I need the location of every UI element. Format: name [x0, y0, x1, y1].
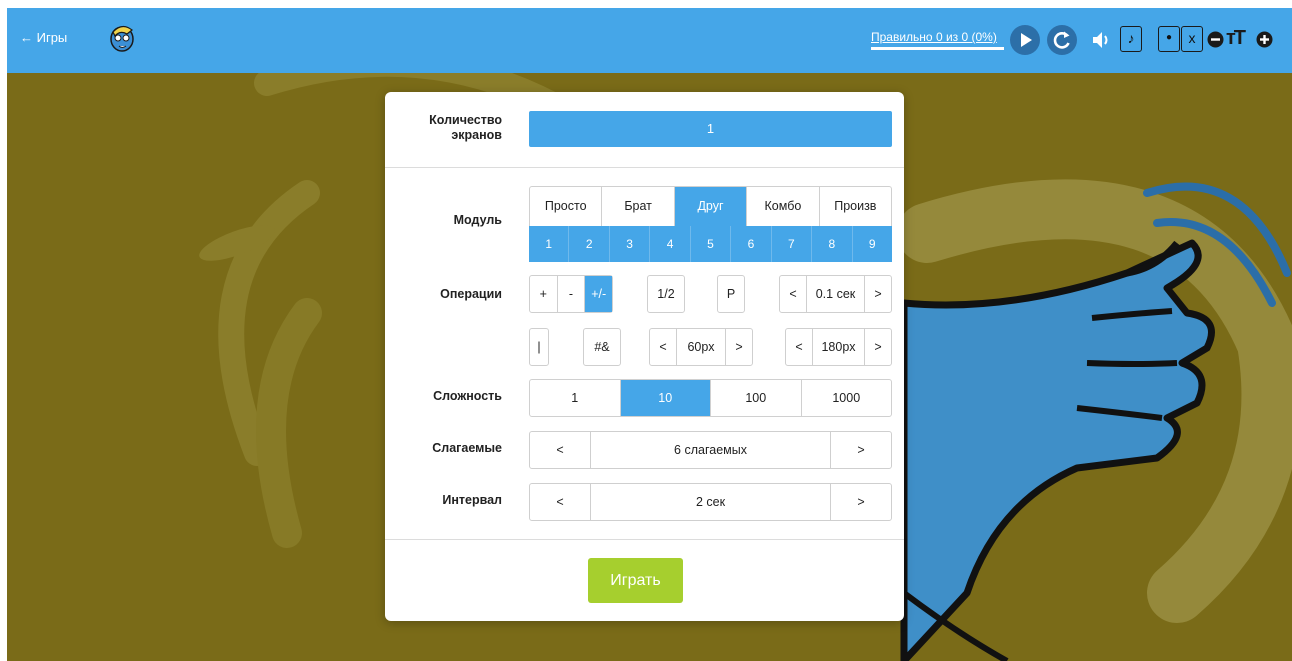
module-tabs: Просто Брат Друг Комбо Произв	[529, 186, 892, 226]
operation-sign-group: + - +/-	[529, 275, 613, 313]
interval-increase-button[interactable]: >	[830, 484, 891, 520]
operation-sign-3[interactable]: +/-	[584, 276, 613, 312]
font-size-value: 60px	[687, 340, 715, 354]
addends-decrease-button[interactable]: <	[530, 432, 591, 468]
interval-label: Интервал	[442, 493, 502, 507]
width-increase-button[interactable]: >	[864, 329, 891, 365]
module-number-4[interactable]: 4	[649, 226, 689, 262]
music-toggle-button[interactable]: ♪	[1120, 26, 1142, 52]
module-number-7[interactable]: 7	[770, 226, 811, 262]
restart-button[interactable]	[1047, 25, 1077, 55]
refresh-icon	[1053, 31, 1070, 49]
interval-value: 2 сек	[695, 495, 726, 509]
top-bar: ← Игры Правильно 0 из 0 (0%) ♪ ● x тТ	[7, 8, 1292, 73]
difficulty-option-2[interactable]: 10	[619, 380, 710, 416]
divider	[385, 539, 904, 540]
speaker-icon[interactable]	[1090, 29, 1114, 51]
addends-value: 6 слагаемых	[674, 443, 747, 457]
divider	[385, 167, 904, 168]
p-button[interactable]: Р	[717, 275, 745, 313]
x-toggle-button[interactable]: x	[1181, 26, 1203, 52]
dot-toggle-button[interactable]: ●	[1158, 26, 1180, 52]
module-tab-5[interactable]: Произв	[818, 187, 891, 226]
score-progress-bar	[871, 47, 1004, 50]
font-size-decrease-button[interactable]: <	[650, 329, 677, 365]
module-tab-2[interactable]: Брат	[601, 187, 673, 226]
addends-increase-button[interactable]: >	[830, 432, 891, 468]
symbols-button[interactable]: #&	[583, 328, 621, 366]
width-value: 180px	[821, 340, 856, 354]
addends-stepper: < 6 слагаемых >	[529, 431, 892, 469]
difficulty-option-3[interactable]: 100	[710, 380, 801, 416]
addends-label: Слагаемые	[432, 441, 502, 455]
operations-label: Операции	[440, 287, 502, 301]
module-number-3[interactable]: 3	[608, 226, 649, 262]
interval-decrease-button[interactable]: <	[530, 484, 591, 520]
delay-increase-button[interactable]: >	[864, 276, 891, 312]
play-circle-button[interactable]	[1010, 25, 1040, 55]
operation-sign-1[interactable]: +	[530, 276, 557, 312]
font-size-stepper: < 60px >	[649, 328, 753, 366]
module-tab-3[interactable]: Друг	[673, 187, 747, 226]
module-number-5[interactable]: 5	[689, 226, 730, 262]
difficulty-options: 1 10 100 1000	[529, 379, 892, 417]
module-number-9[interactable]: 9	[851, 226, 892, 262]
pipe-button[interactable]: |	[529, 328, 549, 366]
difficulty-option-1[interactable]: 1	[530, 380, 620, 416]
module-tab-1[interactable]: Просто	[530, 187, 601, 226]
delay-stepper: < 0.1 сек >	[779, 275, 892, 313]
play-icon	[1021, 33, 1032, 47]
app-frame: ← Игры Правильно 0 из 0 (0%) ♪ ● x тТ Ко…	[7, 8, 1292, 661]
back-to-games-link[interactable]: ← Игры	[20, 30, 67, 45]
width-decrease-button[interactable]: <	[786, 329, 813, 365]
module-label: Модуль	[453, 213, 502, 227]
delay-value: 0.1 сек	[815, 287, 856, 301]
font-size-icon: тТ	[1226, 27, 1246, 49]
owl-logo-icon	[110, 25, 134, 52]
score-link[interactable]: Правильно 0 из 0 (0%)	[871, 30, 997, 44]
font-size-increase-button[interactable]: >	[725, 329, 752, 365]
settings-dialog: Количество экранов 1 Модуль Просто Брат Др…	[385, 92, 904, 621]
difficulty-label: Сложность	[433, 389, 502, 403]
module-number-row: 123456789	[529, 226, 892, 262]
zoom-in-icon[interactable]	[1256, 31, 1273, 48]
interval-stepper: < 2 сек >	[529, 483, 892, 521]
module-number-6[interactable]: 6	[730, 226, 770, 262]
play-button[interactable]: Играть	[588, 558, 683, 603]
module-number-8[interactable]: 8	[811, 226, 851, 262]
width-stepper: < 180px >	[785, 328, 892, 366]
module-number-2[interactable]: 2	[568, 226, 608, 262]
module-number-1[interactable]: 1	[529, 226, 568, 262]
delay-decrease-button[interactable]: <	[780, 276, 807, 312]
difficulty-option-4[interactable]: 1000	[800, 380, 892, 416]
screens-count-label: Количество экранов	[429, 113, 502, 142]
half-button[interactable]: 1/2	[647, 275, 685, 313]
operation-sign-2[interactable]: -	[556, 276, 585, 312]
screens-count-button[interactable]: 1	[529, 111, 892, 147]
module-tab-4[interactable]: Комбо	[746, 187, 818, 226]
zoom-out-icon[interactable]	[1207, 31, 1224, 48]
